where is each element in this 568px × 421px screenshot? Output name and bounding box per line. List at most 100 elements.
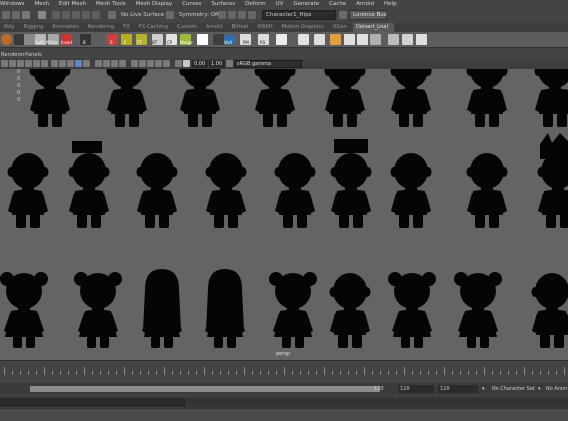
- image-plane-icon[interactable]: [25, 60, 32, 67]
- playback-end-field[interactable]: 120: [438, 385, 478, 393]
- render-icon[interactable]: [228, 11, 236, 19]
- grid-icon[interactable]: [51, 60, 58, 67]
- live-surface-label[interactable]: No Live Surface: [121, 11, 164, 19]
- menu-cache[interactable]: Cache: [329, 0, 346, 8]
- character-set-icon[interactable]: ▾: [482, 385, 485, 393]
- component-mode-icon[interactable]: [22, 11, 30, 19]
- vertex-icon[interactable]: [197, 34, 208, 45]
- shelf-tab-fx-caching[interactable]: FX Caching: [136, 23, 174, 32]
- textured-icon[interactable]: [119, 60, 126, 67]
- hierarchy-mode-icon[interactable]: [12, 11, 20, 19]
- live-surface-icon[interactable]: [108, 11, 116, 19]
- select-mode-icon[interactable]: [2, 11, 10, 19]
- mirror-icon[interactable]: [357, 34, 368, 45]
- shelf-tab-custom-user[interactable]: Deisart_Lnal: [352, 23, 394, 32]
- isolate-select-icon[interactable]: [175, 60, 182, 67]
- lights-icon[interactable]: [131, 60, 138, 67]
- shelf-tab-arnold[interactable]: Arnold: [203, 23, 229, 32]
- target-weld-icon[interactable]: [213, 34, 224, 45]
- shelf-tab-xgen[interactable]: XGen: [330, 23, 353, 32]
- lattice-icon[interactable]: [330, 34, 341, 45]
- xray-icon[interactable]: [183, 60, 190, 67]
- snap-view-icon[interactable]: [72, 11, 80, 19]
- snap-vertex-icon[interactable]: [92, 11, 100, 19]
- gamma-field[interactable]: 1.00: [209, 60, 225, 68]
- align-icon[interactable]: [416, 34, 427, 45]
- user-account-button[interactable]: Lorence Buz: [349, 10, 387, 20]
- cube-primitive-icon[interactable]: [298, 34, 309, 45]
- wireframe-icon[interactable]: [95, 60, 102, 67]
- snap-point-icon[interactable]: [62, 11, 70, 19]
- menu-panels[interactable]: Panels: [25, 52, 42, 59]
- snap-grid-icon[interactable]: [38, 11, 46, 19]
- multi-cut-icon[interactable]: [24, 34, 35, 45]
- menu-deform[interactable]: Deform: [245, 0, 265, 8]
- freeze-icon[interactable]: [121, 34, 132, 45]
- render-settings-icon[interactable]: [248, 11, 256, 19]
- duplicate-icon[interactable]: [344, 34, 355, 45]
- shelf-tab-poly[interactable]: Poly: [1, 23, 21, 32]
- menu-mesh-tools[interactable]: Mesh Tools: [96, 0, 126, 8]
- motion-blur-icon[interactable]: [155, 60, 162, 67]
- shelf-tab-custom[interactable]: Custom: [174, 23, 203, 32]
- symmetry-label[interactable]: Symmetry: Off: [179, 11, 219, 19]
- gate-mask-icon[interactable]: [75, 60, 82, 67]
- film-gate-icon[interactable]: [59, 60, 66, 67]
- shelf-menu-icon[interactable]: [1, 34, 12, 45]
- shelf-tab-mash[interactable]: MASH: [254, 23, 278, 32]
- combine-icon[interactable]: [370, 34, 381, 45]
- resolution-gate-icon[interactable]: [67, 60, 74, 67]
- select-camera-icon[interactable]: [1, 60, 8, 67]
- input-mode-icon[interactable]: [339, 11, 347, 19]
- ipr-icon[interactable]: [238, 11, 246, 19]
- object-name-field[interactable]: Character1_Hips: [262, 10, 336, 20]
- snap-curve-icon[interactable]: [52, 11, 60, 19]
- menu-uv[interactable]: UV: [276, 0, 284, 8]
- bookmark-icon[interactable]: [17, 60, 24, 67]
- symmetry-icon[interactable]: [166, 11, 174, 19]
- anim-layer-select[interactable]: No Anim L: [546, 385, 568, 393]
- menu-arnold[interactable]: Arnold: [356, 0, 374, 8]
- range-slider-handle[interactable]: [30, 386, 380, 392]
- perspective-viewport[interactable]: 0 0 0 0 0 persp: [0, 69, 568, 360]
- shadows-icon[interactable]: [139, 60, 146, 67]
- field-chart-icon[interactable]: [83, 60, 90, 67]
- shelf-tab-bifrost[interactable]: Bifrost: [229, 23, 255, 32]
- view-transform-select[interactable]: sRGB gamma: [234, 60, 302, 68]
- menu-mesh[interactable]: Mesh: [35, 0, 49, 8]
- menu-curves[interactable]: Curves: [182, 0, 201, 8]
- menu-surfaces[interactable]: Surfaces: [211, 0, 235, 8]
- menu-windows[interactable]: Windows: [0, 0, 25, 8]
- snap-together-icon[interactable]: [402, 34, 413, 45]
- smooth-shade-icon[interactable]: [103, 60, 110, 67]
- history-icon[interactable]: [218, 11, 226, 19]
- ambient-occlusion-icon[interactable]: [147, 60, 154, 67]
- grease-pencil-icon[interactable]: [41, 60, 48, 67]
- menu-renderer[interactable]: Renderer: [1, 52, 25, 59]
- color-management-icon[interactable]: [226, 60, 233, 67]
- character-set-select[interactable]: No Character Set: [492, 385, 535, 393]
- menu-edit-mesh[interactable]: Edit Mesh: [59, 0, 86, 8]
- camera-attributes-icon[interactable]: [9, 60, 16, 67]
- timeline-tick: [388, 371, 389, 375]
- shelf-tab-rigging[interactable]: Rigging: [21, 23, 50, 32]
- rotate-tool-icon[interactable]: [276, 34, 287, 45]
- 2d-pan-icon[interactable]: [33, 60, 40, 67]
- transform-tool-icon[interactable]: [388, 34, 399, 45]
- anti-aliasing-icon[interactable]: [163, 60, 170, 67]
- menu-generate[interactable]: Generate: [293, 0, 319, 8]
- shelf-tab-animation[interactable]: Animation: [49, 23, 84, 32]
- snap-surface-icon[interactable]: [82, 11, 90, 19]
- shelf-tab-rendering[interactable]: Rendering: [85, 23, 121, 32]
- anim-end-field[interactable]: 120: [398, 385, 434, 393]
- wireframe-on-shaded-icon[interactable]: [111, 60, 118, 67]
- mel-input[interactable]: [0, 398, 186, 407]
- time-slider[interactable]: [0, 360, 568, 383]
- cylinder-primitive-icon[interactable]: [314, 34, 325, 45]
- menu-help[interactable]: Help: [384, 0, 397, 8]
- shelf-tab-fx[interactable]: FX: [120, 23, 136, 32]
- exposure-field[interactable]: 0.00: [192, 60, 208, 68]
- anim-layer-icon[interactable]: ▾: [538, 385, 541, 393]
- shelf-tab-motion-graphics[interactable]: Motion Graphics: [279, 23, 330, 32]
- menu-mesh-display[interactable]: Mesh Display: [136, 0, 173, 8]
